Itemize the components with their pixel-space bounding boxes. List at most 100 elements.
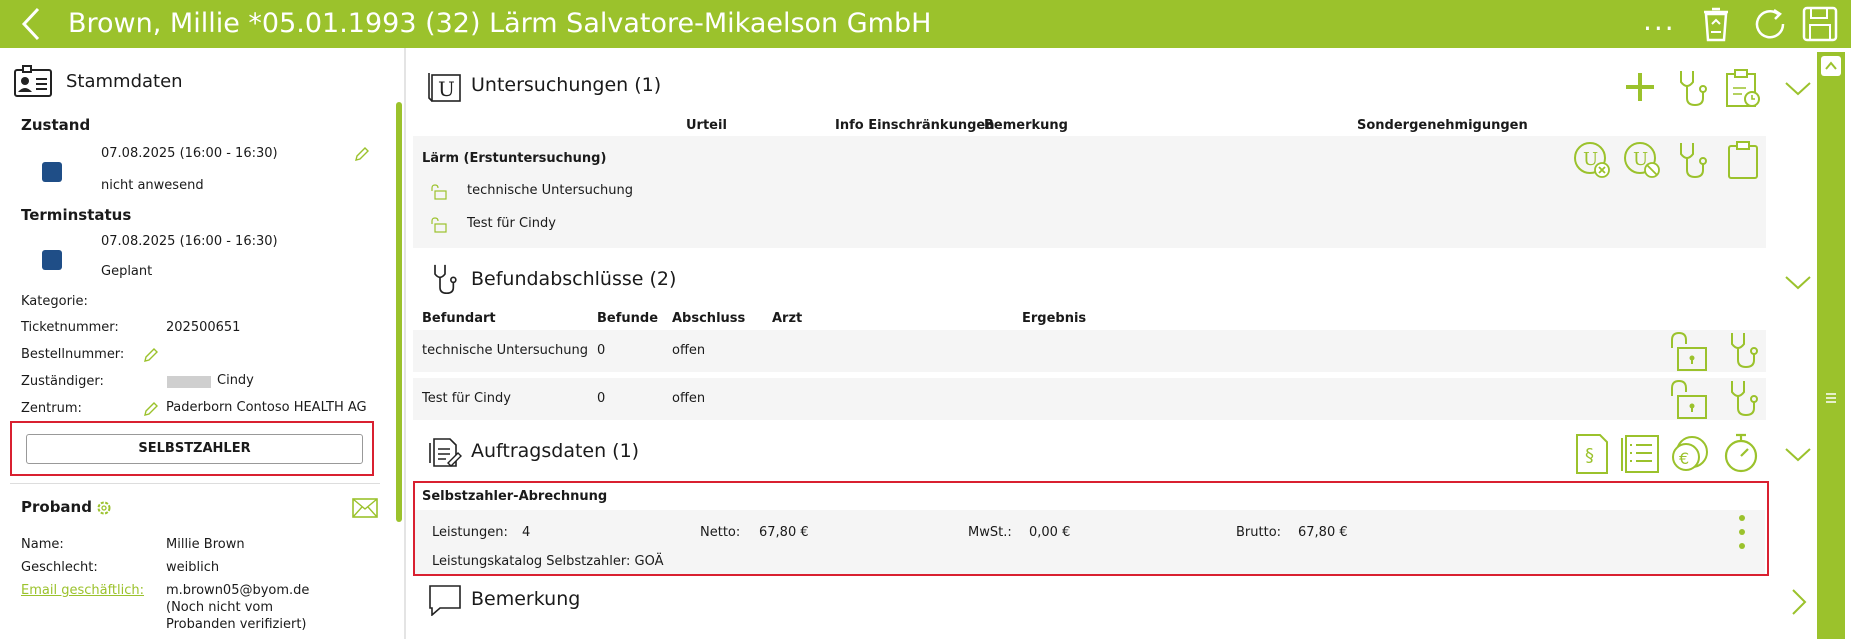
bemerkung-title[interactable]: Bemerkung: [471, 588, 580, 610]
u-cancel-icon[interactable]: U: [1572, 140, 1612, 180]
terminstatus-time: 07.08.2025 (16:00 - 16:30): [101, 234, 278, 249]
scroll-grip-icon[interactable]: [1825, 392, 1837, 404]
column-header-bemerkung: Bemerkung: [984, 118, 1068, 133]
column-header-ergebnis: Ergebnis: [1022, 311, 1087, 326]
zustand-time: 07.08.2025 (16:00 - 16:30): [101, 146, 278, 161]
untersuchung-group-title: Lärm (Erstuntersuchung): [422, 151, 607, 166]
u-block-icon[interactable]: U: [1622, 140, 1662, 180]
sidebar-stammdaten: Stammdaten Zustand 07.08.2025 (16:00 - 1…: [0, 48, 406, 639]
zentrum-label: Zentrum:: [21, 401, 82, 416]
column-header-urteil: Urteil: [686, 118, 727, 133]
email-link[interactable]: Email geschäftlich:: [21, 583, 144, 598]
svg-text:U: U: [438, 77, 455, 101]
more-options-icon[interactable]: ...: [1643, 2, 1676, 40]
geschlecht-value: weiblich: [166, 560, 220, 575]
befund-count: 0: [597, 343, 606, 358]
highlight-frame: [413, 481, 1769, 576]
stammdaten-title: Stammdaten: [66, 70, 183, 92]
zustaendiger-value: Cindy: [217, 373, 254, 388]
zustand-status-square: [42, 162, 62, 182]
zustaendiger-label: Zuständiger:: [21, 374, 104, 389]
zustand-label: Zustand: [21, 116, 91, 134]
mail-icon[interactable]: [352, 498, 378, 518]
speech-bubble-icon: [428, 584, 462, 616]
refresh-icon[interactable]: [1750, 4, 1790, 44]
sidebar-scrollbar[interactable]: [396, 102, 402, 522]
email-value: m.brown05@byom.de: [166, 583, 310, 598]
column-header-abschluss: Abschluss: [672, 311, 746, 326]
unlock-small-icon: [430, 217, 448, 233]
befund-title[interactable]: Befundabschlüsse (2): [471, 268, 676, 290]
scroll-up-icon[interactable]: [1821, 56, 1841, 76]
column-header-befundart: Befundart: [422, 311, 496, 326]
unlock-icon[interactable]: [1668, 330, 1710, 372]
app-header: Brown, Millie *05.01.1993 (32) Lärm Salv…: [0, 0, 1851, 48]
auftrag-title[interactable]: Auftragsdaten (1): [471, 440, 639, 462]
befund-art: Test für Cindy: [422, 391, 511, 406]
stammdaten-header: Stammdaten: [14, 64, 183, 98]
email-note-1: (Noch nicht vom: [166, 600, 274, 615]
euro-coins-icon[interactable]: €: [1670, 434, 1710, 474]
stethoscope-icon: [430, 262, 460, 296]
untersuchungen-title[interactable]: Untersuchungen (1): [471, 74, 661, 96]
name-label: Name:: [21, 537, 64, 552]
divider: [10, 483, 380, 484]
page-title: Brown, Millie *05.01.1993 (32) Lärm Salv…: [68, 8, 932, 39]
back-arrow-icon[interactable]: [14, 6, 50, 42]
ticket-label: Ticketnummer:: [21, 320, 119, 335]
ticket-value: 202500651: [166, 320, 241, 335]
stethoscope-icon[interactable]: [1675, 140, 1711, 180]
document-edit-icon: [428, 435, 462, 469]
email-note-2: Probanden verifiziert): [166, 617, 307, 632]
save-icon[interactable]: [1800, 4, 1840, 44]
column-header-sondergenehmigungen: Sondergenehmigungen: [1357, 118, 1528, 133]
u-book-icon: U: [428, 72, 462, 102]
list-document-icon[interactable]: [1620, 433, 1662, 475]
chevron-right-icon[interactable]: [1790, 588, 1808, 616]
name-value: Millie Brown: [166, 537, 245, 552]
untersuchung-item: technische Untersuchung: [467, 183, 633, 198]
befund-art: technische Untersuchung: [422, 343, 588, 358]
unlock-icon[interactable]: [1668, 378, 1710, 420]
terminstatus-label: Terminstatus: [21, 206, 132, 224]
column-header-info: Info Einschränkungen: [835, 118, 995, 133]
befund-abschluss: offen: [672, 391, 706, 406]
id-card-icon: [14, 65, 52, 97]
table-row[interactable]: [413, 330, 1766, 372]
table-row[interactable]: [413, 378, 1766, 420]
clipboard-clock-icon[interactable]: [1724, 68, 1762, 108]
main-scrollbar[interactable]: [1817, 52, 1845, 639]
geschlecht-label: Geschlecht:: [21, 560, 98, 575]
zentrum-value: Paderborn Contoso HEALTH AG: [166, 400, 367, 415]
chevron-down-icon[interactable]: [1784, 274, 1812, 292]
add-plus-icon[interactable]: [1623, 70, 1657, 104]
befund-abschluss: offen: [672, 343, 706, 358]
recycle-bin-icon[interactable]: [1696, 4, 1736, 44]
edit-pencil-icon[interactable]: [354, 146, 370, 162]
kategorie-label: Kategorie:: [21, 294, 88, 309]
legal-document-icon[interactable]: §: [1574, 433, 1610, 475]
column-header-arzt: Arzt: [772, 311, 803, 326]
stethoscope-icon[interactable]: [1675, 68, 1711, 108]
gear-icon[interactable]: [96, 500, 112, 516]
clipboard-icon[interactable]: [1726, 140, 1760, 180]
column-header-befunde: Befunde: [597, 311, 659, 326]
edit-pencil-icon[interactable]: [143, 347, 159, 363]
proband-title: Proband: [21, 498, 92, 516]
stopwatch-icon[interactable]: [1722, 432, 1760, 474]
zustand-status: nicht anwesend: [101, 178, 204, 193]
unlock-small-icon: [430, 184, 448, 200]
stethoscope-icon[interactable]: [1726, 378, 1762, 418]
bestell-label: Bestellnummer:: [21, 347, 125, 362]
highlight-frame: [10, 421, 374, 476]
edit-pencil-icon[interactable]: [143, 401, 159, 417]
terminstatus-status: Geplant: [101, 264, 153, 279]
chevron-down-icon[interactable]: [1784, 80, 1812, 98]
svg-text:§: §: [1585, 445, 1594, 466]
svg-text:€: €: [1679, 449, 1689, 468]
stethoscope-icon[interactable]: [1726, 330, 1762, 370]
befund-count: 0: [597, 391, 606, 406]
terminstatus-square: [42, 250, 62, 270]
chevron-down-icon[interactable]: [1784, 446, 1812, 464]
avatar-placeholder: [167, 376, 211, 388]
